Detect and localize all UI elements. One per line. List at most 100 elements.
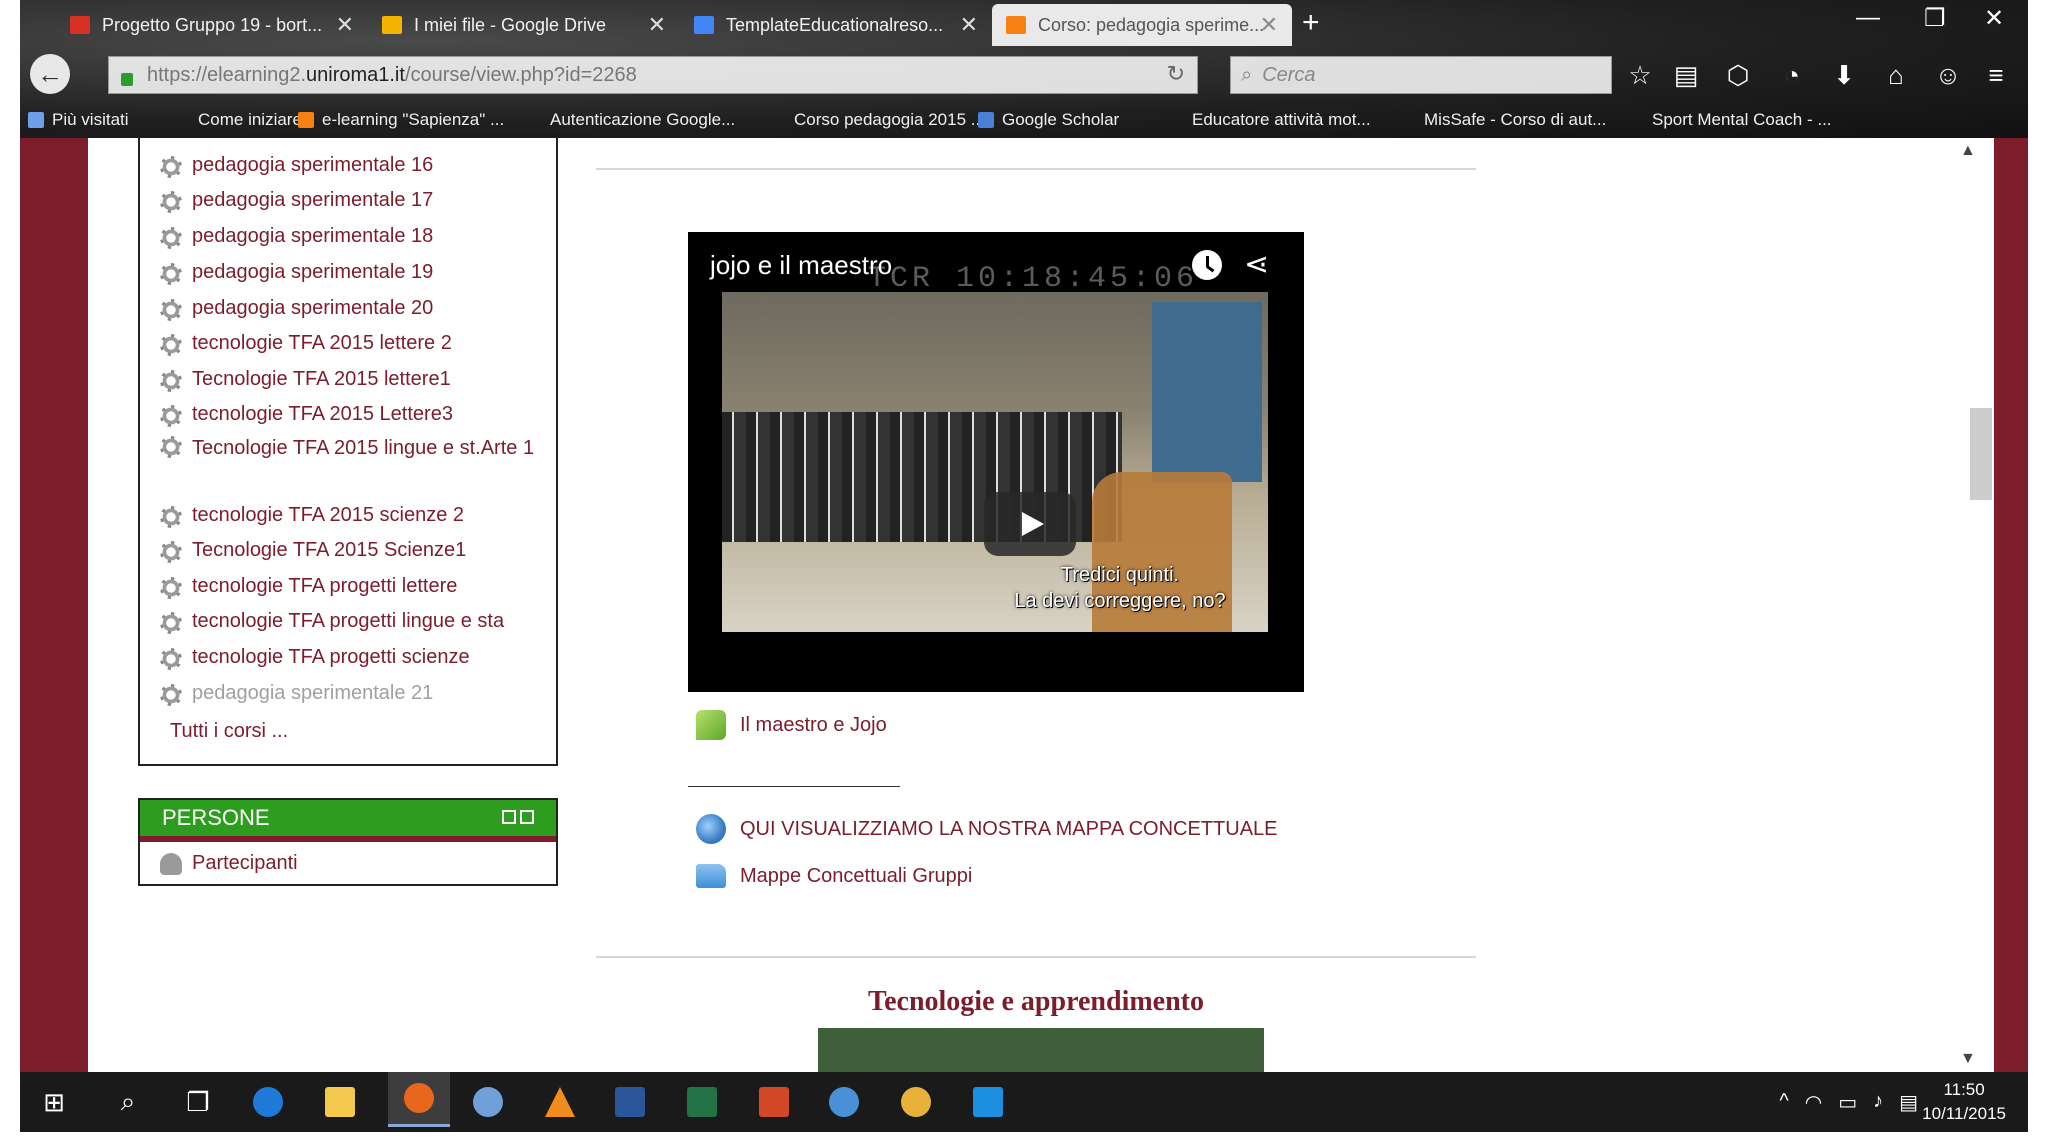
file-explorer-icon[interactable] [318,1080,362,1124]
magnifier-app-icon[interactable] [966,1080,1010,1124]
bookmark-autenticazione-google[interactable]: Autenticazione Google... [526,110,735,130]
scroll-down-icon[interactable]: ▼ [1960,1050,1976,1068]
folder-label: Mappe Concettuali Gruppi [740,864,973,887]
people-block: PERSONE Partecipanti [138,798,558,886]
watch-later-icon[interactable] [1192,250,1222,280]
url-bar[interactable]: https://elearning2. uniroma1.it/course/vi… [108,56,1198,94]
forum-link-label: Il maestro e Jojo [740,713,887,736]
collapse-icon[interactable] [502,810,516,824]
dock-icon[interactable] [520,810,534,824]
forum-activity[interactable]: Il maestro e Jojo [696,710,887,740]
close-icon[interactable]: ✕ [336,12,354,38]
app-globe-icon[interactable] [822,1080,866,1124]
thunderbird-icon[interactable] [466,1080,510,1124]
new-tab-button[interactable]: + [1302,6,1320,40]
lock-icon [121,72,133,86]
restore-icon[interactable]: ❐ [1924,4,1946,33]
excel-icon[interactable] [680,1080,724,1124]
close-icon[interactable]: ✕ [648,12,666,38]
page-icon [174,112,190,128]
page-scrollbar[interactable]: ▲ ▼ [1952,138,1994,1072]
scroll-up-icon[interactable]: ▲ [1960,142,1976,160]
folder-activity[interactable]: Mappe Concettuali Gruppi [696,864,972,888]
firefox-icon[interactable] [388,1072,450,1127]
tab-template[interactable]: TemplateEducationalreso... ✕ [680,4,992,46]
word-icon[interactable] [608,1080,652,1124]
google-drive-icon [382,16,402,34]
scroll-thumb[interactable] [1970,408,1992,500]
bookmark-piu-visitati[interactable]: Più visitati [28,110,129,130]
screen: Progetto Gruppo 19 - bort... ✕ I miei fi… [20,0,2028,1132]
app-face-icon[interactable] [894,1080,938,1124]
tab-google-drive[interactable]: I miei file - Google Drive ✕ [368,4,680,46]
course-icon [160,370,182,392]
chevron-up-icon[interactable]: ^ [1779,1090,1788,1115]
home-icon[interactable]: ⌂ [1880,60,1912,91]
minimize-icon[interactable]: — [1856,4,1880,32]
bookmark-educatore[interactable]: Educatore attività mot... [1168,110,1371,130]
course-item[interactable]: pedagogia sperimentale 21 [160,682,433,706]
bookmark-label: e-learning "Sapienza" ... [322,110,505,129]
video-player[interactable]: Tredici quinti. La devi correggere, no? … [688,232,1304,692]
bookmark-missafe[interactable]: MisSafe - Corso di aut... [1400,110,1606,130]
bookmark-star-icon[interactable]: ☆ [1624,60,1656,91]
course-item[interactable]: Tecnologie TFA 2015 Scienze1 [160,539,466,563]
concept-map-link[interactable]: QUI VISUALIZZIAMO LA NOSTRA MAPPA CONCET… [696,814,1278,844]
course-item[interactable]: pedagogia sperimentale 17 [160,189,433,213]
course-item[interactable]: tecnologie TFA progetti scienze [160,646,470,670]
bookmark-google-scholar[interactable]: Google Scholar [978,110,1119,130]
close-window-icon[interactable]: ✕ [1984,4,2004,33]
share-icon[interactable]: ⋖ [1244,248,1276,282]
search-icon[interactable]: ⌕ [106,1080,150,1124]
bookmarks-menu-icon[interactable]: ▤ [1670,60,1702,91]
notifications-icon[interactable]: ▤ [1899,1090,1918,1115]
tab-corso-pedagogia[interactable]: Corso: pedagogia sperime... ✕ [992,4,1292,46]
course-label: pedagogia sperimentale 16 [192,154,434,176]
powerpoint-icon[interactable] [752,1080,796,1124]
course-icon [160,405,182,427]
edge-icon[interactable] [246,1080,290,1124]
course-item[interactable]: pedagogia sperimentale 16 [160,154,433,178]
history-icon[interactable]: ◔ [1776,60,1808,91]
search-input[interactable]: ⌕ Cerca [1230,56,1612,94]
bookmark-elearning-sapienza[interactable]: e-learning "Sapienza" ... [298,110,504,130]
wifi-icon[interactable]: ◠ [1805,1090,1822,1115]
course-label: pedagogia sperimentale 20 [192,297,434,319]
tab-gmail[interactable]: Progetto Gruppo 19 - bort... ✕ [56,4,368,46]
course-item[interactable]: pedagogia sperimentale 19 [160,261,433,285]
chat-icon[interactable]: ☺ [1932,60,1964,91]
course-item[interactable]: tecnologie TFA progetti lettere [160,575,457,599]
course-item[interactable]: pedagogia sperimentale 20 [160,297,433,321]
reload-icon[interactable]: ↻ [1167,61,1185,87]
bookmark-sport-mental-coach[interactable]: Sport Mental Coach - ... [1628,110,1832,130]
page-icon [1400,112,1416,128]
pocket-icon[interactable]: ⬡ [1722,60,1754,91]
windows-start-icon[interactable]: ⊞ [32,1080,76,1124]
url-prefix: https://elearning2. [147,63,306,86]
course-item[interactable]: pedagogia sperimentale 18 [160,225,433,249]
battery-icon[interactable]: ▭ [1838,1090,1857,1115]
bookmark-label: Educatore attività mot... [1192,110,1371,129]
close-icon[interactable]: ✕ [960,12,978,38]
play-button[interactable] [984,492,1076,556]
bookmark-come-iniziare[interactable]: Come iniziare [174,110,302,130]
course-item[interactable]: Tecnologie TFA 2015 lingue e st.Arte 1 [160,434,537,462]
all-courses-link[interactable]: Tutti i corsi ... [170,720,288,743]
participants-link[interactable]: Partecipanti [140,852,556,875]
bookmark-corso-pedagogia[interactable]: Corso pedagogia 2015 ... [770,110,985,130]
video-title[interactable]: jojo e il maestro [710,250,892,281]
back-button[interactable]: ← [30,54,70,94]
close-icon[interactable]: ✕ [1260,12,1278,38]
course-item[interactable]: tecnologie TFA progetti lingue e sta [160,610,504,634]
vlc-icon[interactable] [538,1080,582,1124]
course-label: Tecnologie TFA 2015 lingue e st.Arte 1 [192,437,535,459]
course-item[interactable]: tecnologie TFA 2015 lettere 2 [160,332,452,356]
course-item[interactable]: tecnologie TFA 2015 scienze 2 [160,504,464,528]
course-item[interactable]: Tecnologie TFA 2015 lettere1 [160,368,451,392]
menu-icon[interactable]: ≡ [1980,60,2012,91]
taskbar-clock[interactable]: 11:50 10/11/2015 [1922,1078,2006,1126]
download-icon[interactable]: ⬇ [1828,60,1860,91]
course-item[interactable]: tecnologie TFA 2015 Lettere3 [160,403,453,427]
task-view-icon[interactable]: ❐ [176,1080,220,1124]
volume-icon[interactable]: ♪ [1873,1090,1883,1115]
